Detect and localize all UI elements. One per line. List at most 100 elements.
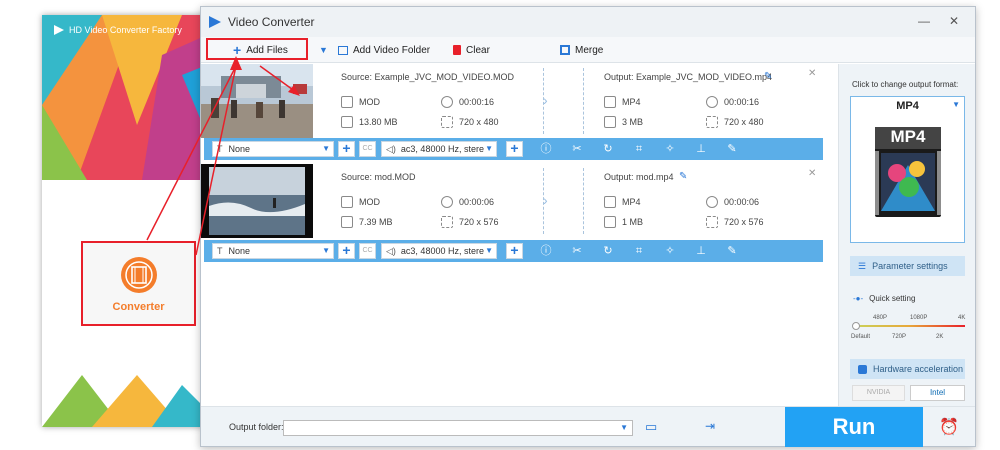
output-resolution: 720 x 576 bbox=[724, 217, 764, 227]
app-logo-icon bbox=[209, 16, 221, 28]
divider bbox=[583, 168, 584, 234]
remove-file-icon[interactable]: ✕ bbox=[808, 68, 816, 79]
crop-icon[interactable]: ⌗ bbox=[632, 244, 646, 258]
intel-option[interactable]: Intel bbox=[910, 385, 965, 401]
file-item[interactable]: Source: Example_JVC_MOD_VIDEO.MOD Output… bbox=[201, 64, 823, 138]
title-bar: Video Converter — ✕ bbox=[201, 7, 975, 37]
subtitle-select[interactable]: T None ▼ bbox=[212, 141, 334, 157]
text-icon: T bbox=[217, 144, 223, 154]
alarm-clock-icon[interactable]: ⏰ bbox=[939, 417, 959, 437]
subtitle-value: None bbox=[228, 144, 251, 154]
rotate-icon[interactable]: ↻ bbox=[601, 142, 615, 156]
remove-file-icon[interactable]: ✕ bbox=[808, 168, 816, 179]
filesize-icon bbox=[341, 116, 353, 128]
filesize-icon bbox=[604, 116, 616, 128]
format-icon bbox=[341, 196, 353, 208]
output-format: MP4 bbox=[622, 97, 641, 107]
subtitle-select[interactable]: T None ▼ bbox=[212, 243, 334, 259]
effects-wand-icon[interactable]: ✧ bbox=[663, 244, 677, 258]
minimize-icon[interactable]: — bbox=[918, 15, 930, 27]
arrow-right-icon: › bbox=[543, 192, 548, 208]
hardware-acceleration-label: Hardware acceleration bbox=[873, 364, 964, 374]
audio-track-select[interactable]: ◁) ac3, 48000 Hz, stere ▼ bbox=[381, 243, 497, 259]
cc-icon[interactable]: CC bbox=[359, 141, 376, 157]
clock-icon bbox=[441, 196, 453, 208]
thumbnail-image-2 bbox=[201, 164, 313, 238]
filesize-icon bbox=[604, 216, 616, 228]
output-folder-label: Output folder: bbox=[229, 422, 284, 432]
edit-pen-icon[interactable]: ✎ bbox=[725, 142, 739, 156]
output-duration: 00:00:06 bbox=[724, 197, 760, 207]
add-subtitle-button[interactable]: + bbox=[338, 141, 355, 157]
nvidia-option[interactable]: NVIDIA bbox=[852, 385, 905, 401]
watermark-stamp-icon[interactable]: ⊥ bbox=[694, 142, 708, 156]
scissors-icon[interactable]: ✂ bbox=[570, 244, 584, 258]
thumbnail-image-1 bbox=[201, 64, 313, 138]
info-icon[interactable]: ⓘ bbox=[539, 142, 553, 156]
audio-track-select[interactable]: ◁) ac3, 48000 Hz, stere ▼ bbox=[381, 141, 497, 157]
run-button[interactable]: Run bbox=[785, 407, 923, 447]
add-video-folder-button[interactable]: Add Video Folder bbox=[338, 37, 430, 63]
speaker-icon: ◁) bbox=[386, 143, 396, 154]
toolbar: + Add Files ▼ Add Video Folder Clear Mer… bbox=[201, 37, 975, 63]
speaker-icon: ◁) bbox=[386, 245, 396, 256]
output-folder-select[interactable]: ▼ bbox=[283, 420, 633, 436]
edit-output-name-icon[interactable]: ✎ bbox=[679, 171, 687, 182]
watermark-stamp-icon[interactable]: ⊥ bbox=[694, 244, 708, 258]
converter-tile[interactable]: Converter bbox=[81, 241, 196, 326]
output-resolution: 720 x 480 bbox=[724, 117, 764, 127]
change-format-label: Click to change output format: bbox=[852, 80, 959, 89]
merge-button[interactable]: Merge bbox=[560, 37, 603, 63]
bottom-bar: Output folder: ▼ ▭ ⇥ Run ⏰ bbox=[201, 406, 975, 447]
output-settings-panel: Click to change output format: MP4 ▼ MP4… bbox=[838, 64, 975, 406]
quality-slider-handle[interactable] bbox=[852, 322, 860, 330]
clear-button[interactable]: Clear bbox=[453, 37, 490, 63]
audio-track-value: ac3, 48000 Hz, stere bbox=[400, 246, 484, 256]
trash-icon bbox=[453, 45, 461, 55]
launcher-window: HD Video Converter Factory bbox=[42, 15, 207, 427]
edit-output-name-icon[interactable]: ✎ bbox=[764, 71, 772, 82]
output-format-name: MP4 bbox=[896, 100, 919, 112]
source-format: MOD bbox=[359, 197, 380, 207]
chip-icon bbox=[858, 364, 867, 374]
clock-icon bbox=[706, 196, 718, 208]
file-item[interactable]: Source: mod.MOD Output: mod.mp4 ✎ ✕ MOD … bbox=[201, 164, 823, 238]
quality-2k: 2K bbox=[936, 334, 944, 340]
open-folder-icon[interactable]: ▭ bbox=[645, 419, 657, 435]
video-thumbnail[interactable] bbox=[201, 64, 313, 138]
merge-icon bbox=[560, 45, 570, 55]
resolution-icon bbox=[706, 116, 718, 128]
launcher-title-text: HD Video Converter Factory bbox=[69, 25, 182, 35]
edit-pen-icon[interactable]: ✎ bbox=[725, 244, 739, 258]
hardware-acceleration-button[interactable]: Hardware acceleration bbox=[850, 359, 965, 379]
parameter-settings-button[interactable]: ☰ Parameter settings bbox=[850, 256, 965, 276]
export-icon[interactable]: ⇥ bbox=[705, 419, 715, 433]
video-thumbnail[interactable] bbox=[201, 164, 313, 238]
quality-default: Default bbox=[851, 334, 871, 340]
add-files-dropdown-icon[interactable]: ▼ bbox=[319, 37, 328, 63]
quality-slider-track[interactable] bbox=[853, 325, 965, 327]
output-duration: 00:00:16 bbox=[724, 97, 760, 107]
close-window-icon[interactable]: ✕ bbox=[949, 15, 959, 27]
scissors-icon[interactable]: ✂ bbox=[570, 142, 584, 156]
resolution-icon bbox=[706, 216, 718, 228]
chevron-down-icon: ▼ bbox=[620, 423, 628, 432]
add-subtitle-button[interactable]: + bbox=[338, 243, 355, 259]
cc-icon[interactable]: CC bbox=[359, 243, 376, 259]
effects-wand-icon[interactable]: ✧ bbox=[663, 142, 677, 156]
add-audio-button[interactable]: + bbox=[506, 141, 523, 157]
info-icon[interactable]: ⓘ bbox=[539, 244, 553, 258]
format-icon bbox=[604, 196, 616, 208]
rotate-icon[interactable]: ↻ bbox=[601, 244, 615, 258]
video-converter-window: Video Converter — ✕ + Add Files ▼ Add Vi… bbox=[200, 6, 976, 447]
chevron-down-icon: ▼ bbox=[485, 246, 493, 255]
source-duration: 00:00:16 bbox=[459, 97, 495, 107]
add-audio-button[interactable]: + bbox=[506, 243, 523, 259]
output-size: 3 MB bbox=[622, 117, 644, 127]
crop-icon[interactable]: ⌗ bbox=[632, 142, 646, 156]
output-format-selector[interactable]: MP4 ▼ MP4 bbox=[850, 96, 965, 243]
chevron-down-icon: ▼ bbox=[952, 100, 960, 109]
quality-720p: 720P bbox=[892, 334, 907, 340]
filesize-icon bbox=[341, 216, 353, 228]
output-filename: Output: mod.mp4 bbox=[604, 172, 674, 182]
